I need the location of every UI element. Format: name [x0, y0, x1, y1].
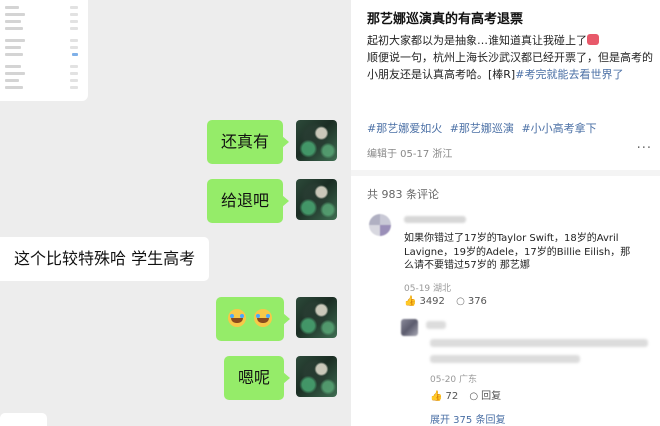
reply-item: 05-20 广东 👍 72 ○ 回复 — [396, 315, 652, 402]
avatar[interactable] — [296, 356, 337, 397]
chat-thumbnail — [0, 0, 88, 101]
message-text: 嗯呢 — [238, 368, 271, 387]
chat-message-other-partial — [0, 413, 47, 426]
post-meta: 编辑于 05-17 浙江 — [367, 149, 453, 160]
avatar[interactable] — [296, 179, 337, 220]
more-options-icon[interactable]: ··· — [637, 141, 652, 156]
weibo-post: 那艺娜巡演真的有高考退票 起初大家都以为是抽象…谁知道真让我碰上了 顺便说一句，… — [351, 0, 660, 426]
topic-tag[interactable]: #小小高考拿下 — [521, 122, 596, 135]
post-body-line: 起初大家都以为是抽象…谁知道真让我碰上了 — [367, 34, 587, 47]
chat-message-me[interactable]: 还真有 — [207, 120, 290, 164]
comment-text: 如果你错过了17岁的Taylor Swift，18岁的Avril Lavigne… — [404, 233, 631, 271]
thumbs-up-icon: 👍 — [430, 391, 443, 402]
message-text: 还真有 — [221, 132, 270, 151]
chat-screenshot: 还真有 给退吧 这个比较特殊哈 学生高考 嗯呢 — [0, 0, 351, 426]
crying-laughing-emoji — [254, 309, 273, 327]
post-title: 那艺娜巡演真的有高考退票 — [367, 12, 524, 27]
reply-button[interactable]: ○ 376 — [456, 296, 487, 307]
replier-avatar[interactable] — [401, 319, 418, 336]
speech-bubble-icon: ○ — [456, 296, 465, 307]
commenter-name-blurred[interactable] — [404, 216, 466, 223]
commenter-avatar[interactable] — [369, 214, 391, 236]
reply-count: 376 — [467, 296, 487, 307]
chat-message-other[interactable]: 这个比较特殊哈 学生高考 — [0, 237, 210, 281]
reply-label: 回复 — [481, 391, 502, 402]
topic-tag[interactable]: #那艺娜爱如火 — [367, 122, 442, 135]
speech-bubble-icon: ○ — [469, 391, 479, 402]
replier-name-blurred[interactable] — [426, 321, 446, 329]
avatar[interactable] — [296, 297, 337, 338]
like-button[interactable]: 👍 72 — [430, 391, 458, 402]
like-count: 3492 — [419, 296, 445, 307]
topic-link[interactable]: #考完就能去看世界了 — [515, 68, 623, 81]
comment-count: 共 983 条评论 — [367, 188, 439, 201]
like-button[interactable]: 👍 3492 — [404, 296, 445, 307]
divider — [351, 170, 660, 176]
chat-message-me[interactable]: 嗯呢 — [224, 356, 291, 400]
post-body: 起初大家都以为是抽象…谁知道真让我碰上了 顺便说一句，杭州上海长沙武汉都已经开票… — [367, 32, 655, 83]
like-count: 72 — [445, 391, 459, 402]
comment-actions: 👍 3492 ○ 376 — [404, 296, 495, 307]
chat-message-me[interactable] — [216, 297, 291, 341]
expand-replies-link[interactable]: 展开 375 条回复 — [430, 411, 505, 426]
thumbs-up-icon: 👍 — [404, 296, 417, 307]
comment-meta: 05-19 湖北 — [404, 284, 452, 294]
message-text: 这个比较特殊哈 学生高考 — [14, 249, 196, 268]
lips-emoji-icon — [587, 34, 599, 45]
crying-laughing-emoji — [228, 309, 246, 327]
topic-tag[interactable]: #那艺娜巡演 — [450, 122, 514, 135]
reply-button[interactable]: ○ 回复 — [469, 391, 501, 402]
message-text: 给退吧 — [221, 191, 270, 210]
reply-text-blurred — [430, 339, 648, 347]
reply-text-blurred — [430, 355, 580, 363]
avatar[interactable] — [296, 120, 337, 161]
chat-message-me[interactable]: 给退吧 — [207, 179, 290, 223]
reply-meta: 05-20 广东 — [430, 375, 478, 385]
reply-actions: 👍 72 ○ 回复 — [430, 387, 501, 402]
topic-tags: #那艺娜爱如火 #那艺娜巡演 #小小高考拿下 — [367, 120, 601, 136]
